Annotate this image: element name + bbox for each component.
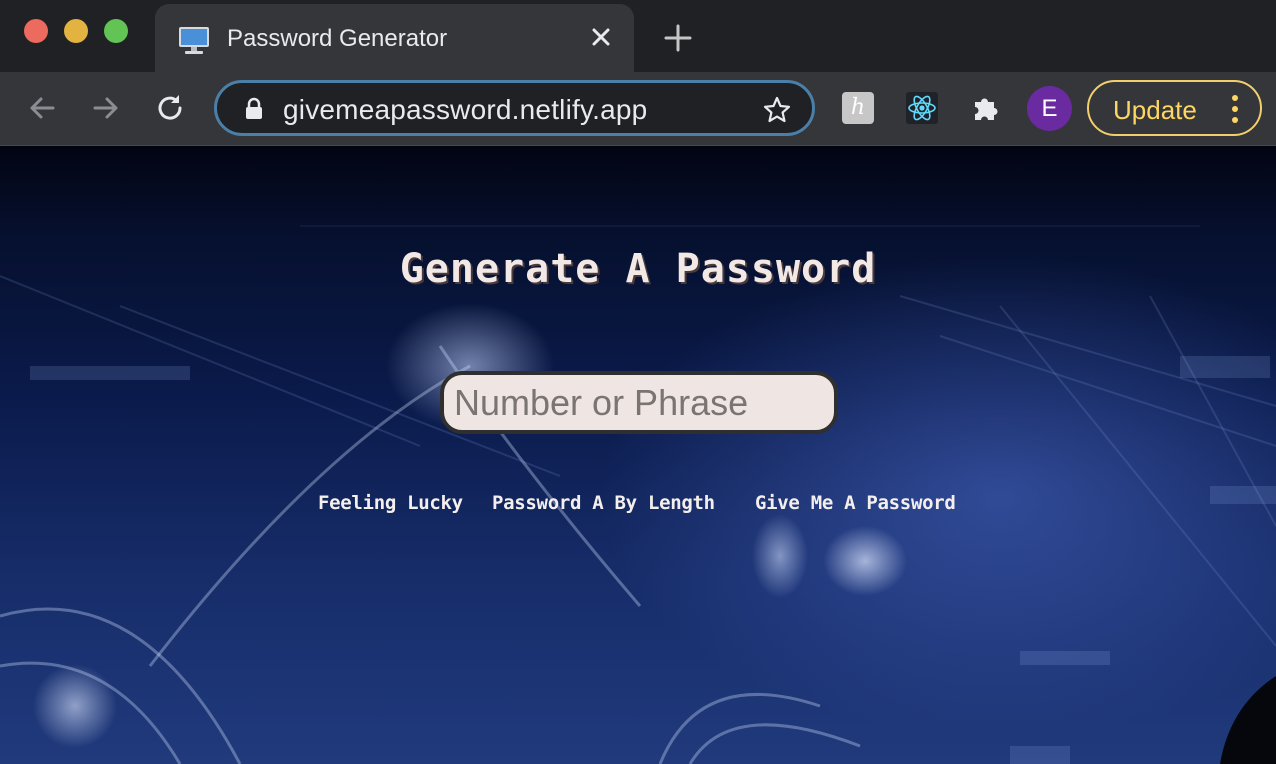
page-title: Generate A Password xyxy=(399,246,877,292)
monitor-icon xyxy=(177,23,211,57)
hunter-extension-icon[interactable]: h xyxy=(842,92,874,124)
tab-strip: Password Generator xyxy=(0,0,1276,72)
avatar[interactable]: E xyxy=(1027,86,1072,131)
arrow-right-icon[interactable] xyxy=(88,90,124,126)
lock-icon[interactable] xyxy=(243,97,265,121)
page-content: Generate A Password Feeling Lucky Passwo… xyxy=(0,146,1276,764)
password-by-length-button[interactable]: Password A By Length xyxy=(492,492,715,514)
feeling-lucky-button[interactable]: Feeling Lucky xyxy=(318,492,463,514)
kebab-menu-icon[interactable] xyxy=(1232,94,1238,124)
tab-password-generator[interactable]: Password Generator xyxy=(155,4,634,72)
address-bar[interactable]: givemeapassword.netlify.app xyxy=(214,80,815,136)
password-input[interactable] xyxy=(440,371,838,434)
background-image xyxy=(0,225,1276,764)
url-text[interactable]: givemeapassword.netlify.app xyxy=(283,94,647,126)
puzzle-icon[interactable] xyxy=(970,92,1002,124)
close-icon[interactable] xyxy=(586,22,616,52)
update-button[interactable]: Update xyxy=(1087,80,1262,136)
window-minimize-button[interactable] xyxy=(64,19,88,43)
arrow-left-icon[interactable] xyxy=(24,90,60,126)
react-devtools-icon[interactable] xyxy=(906,92,938,124)
update-label: Update xyxy=(1113,95,1197,125)
plus-icon[interactable] xyxy=(660,20,696,56)
window-close-button[interactable] xyxy=(24,19,48,43)
window-zoom-button[interactable] xyxy=(104,19,128,43)
reload-icon[interactable] xyxy=(152,90,188,126)
tab-title: Password Generator xyxy=(227,25,448,52)
star-icon[interactable] xyxy=(762,95,792,125)
browser-toolbar: givemeapassword.netlify.app h E Update xyxy=(0,72,1276,146)
give-me-password-button[interactable]: Give Me A Password xyxy=(755,492,956,514)
